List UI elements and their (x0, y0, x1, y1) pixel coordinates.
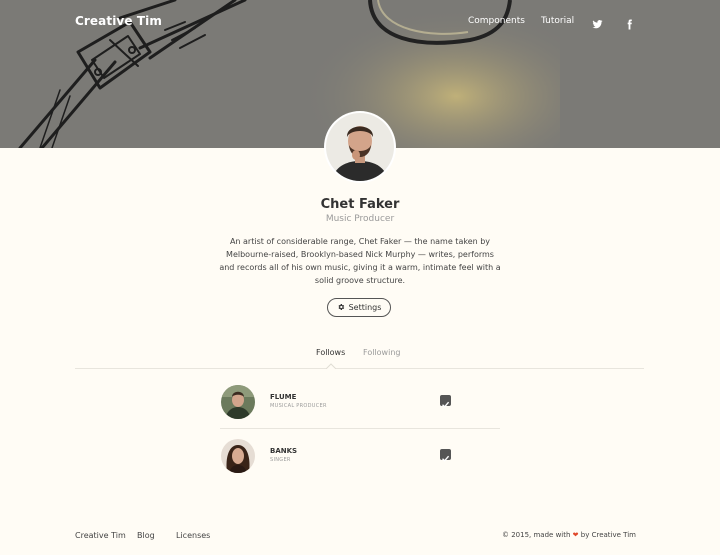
check-icon (442, 401, 450, 408)
active-tab-caret (326, 363, 336, 369)
footer-link-blog[interactable]: Blog (137, 531, 155, 540)
nav-link-components[interactable]: Components (468, 16, 525, 26)
follow-name: FLUME (270, 393, 297, 401)
follow-checkbox[interactable] (440, 395, 451, 408)
navbar: Creative Tim Components Tutorial (0, 0, 720, 44)
follow-subtitle: MUSICAL PRODUCER (270, 403, 327, 409)
twitter-icon[interactable] (592, 15, 604, 29)
settings-label: Settings (348, 303, 382, 312)
settings-button[interactable]: Settings (327, 298, 391, 317)
copyright: © 2015, made with ❤ by Creative Tim (502, 531, 636, 539)
footer-link-licenses[interactable]: Licenses (176, 531, 210, 540)
list-item: FLUME MUSICAL PRODUCER (220, 385, 500, 425)
copyright-suffix: by Creative Tim (580, 531, 636, 539)
gear-icon (337, 303, 345, 313)
footer-link-creative-tim[interactable]: Creative Tim (75, 531, 126, 540)
list-divider (220, 428, 500, 429)
follow-subtitle: SINGER (270, 457, 291, 463)
avatar (221, 385, 255, 419)
check-icon (442, 455, 450, 462)
tabs-divider (75, 368, 644, 369)
follow-checkbox[interactable] (440, 449, 451, 462)
avatar (221, 439, 255, 473)
list-item: BANKS SINGER (220, 439, 500, 479)
profile-bio: An artist of considerable range, Chet Fa… (219, 237, 501, 285)
facebook-icon[interactable] (624, 15, 636, 30)
follow-name: BANKS (270, 447, 298, 455)
copyright-prefix: © 2015, made with (502, 531, 571, 539)
nav-link-tutorial[interactable]: Tutorial (541, 16, 574, 26)
brand-logo[interactable]: Creative Tim (75, 14, 162, 28)
tab-follows[interactable]: Follows (316, 348, 345, 357)
profile-name: Chet Faker (320, 197, 400, 212)
profile-avatar (326, 113, 394, 181)
profile-role: Music Producer (325, 214, 395, 224)
tab-following[interactable]: Following (363, 348, 400, 357)
heart-icon: ❤ (572, 531, 579, 539)
